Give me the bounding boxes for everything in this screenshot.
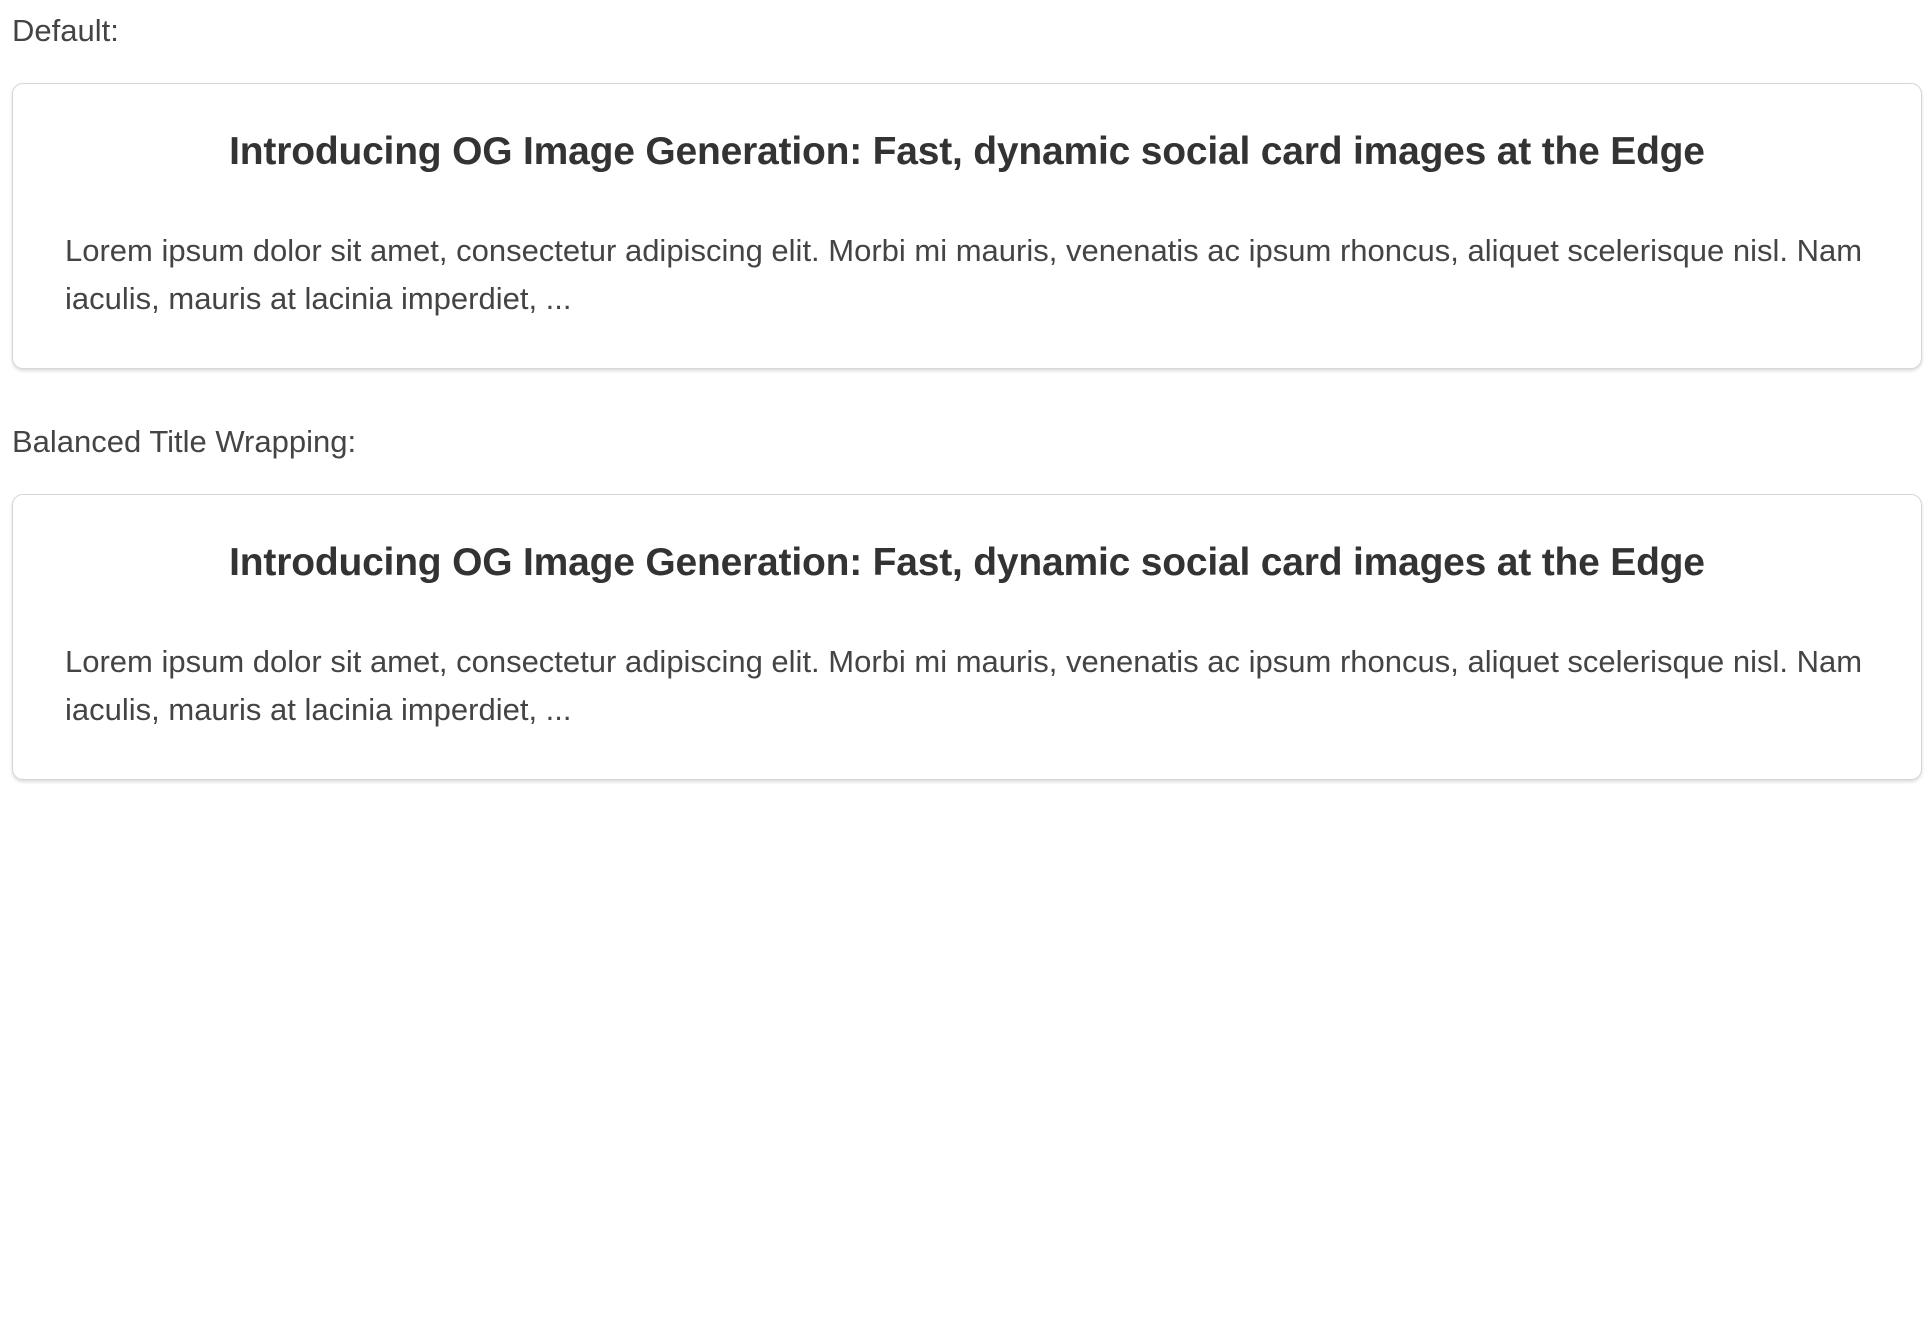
card-title: Introducing OG Image Generation: Fast, d… bbox=[229, 130, 1705, 173]
card-default: Introducing OG Image Generation: Fast, d… bbox=[12, 83, 1922, 369]
section-label-default: Default: bbox=[12, 13, 119, 48]
section-label-balanced: Balanced Title Wrapping: bbox=[12, 424, 357, 459]
card-body: Lorem ipsum dolor sit amet, consectetur … bbox=[65, 644, 1863, 727]
card-title: Introducing OG Image Generation: Fast, d… bbox=[229, 541, 1705, 584]
card-body: Lorem ipsum dolor sit amet, consectetur … bbox=[65, 233, 1863, 316]
page: Default: Introducing OG Image Generation… bbox=[0, 0, 1930, 780]
card-balanced: Introducing OG Image Generation: Fast, d… bbox=[12, 494, 1922, 780]
